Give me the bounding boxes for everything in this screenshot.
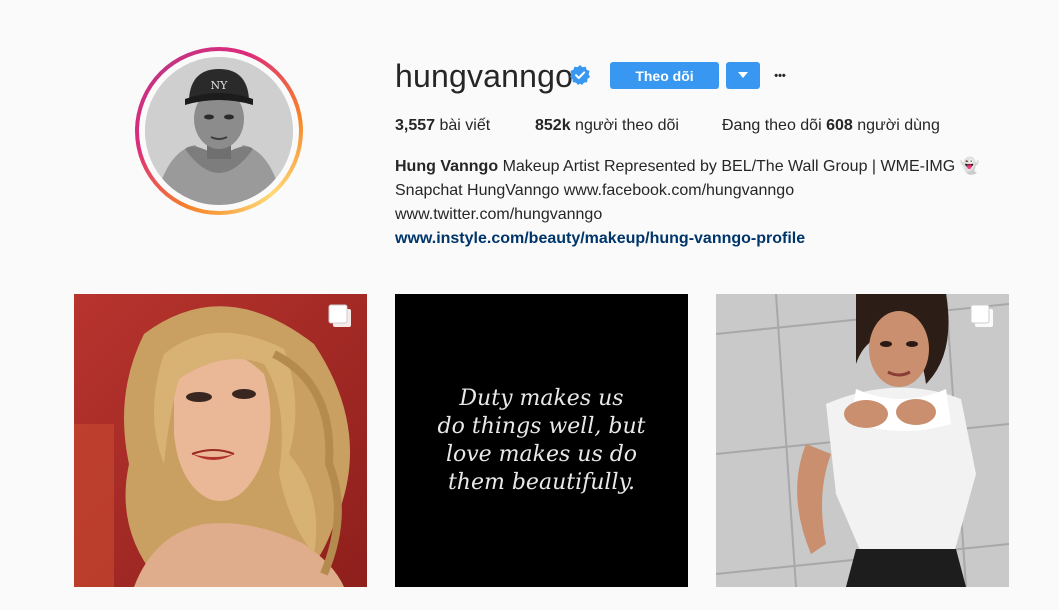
avatar-photo: NY <box>145 57 293 205</box>
followers-count: 852k <box>535 117 571 134</box>
followers-stat[interactable]: 852k người theo dõi <box>535 116 679 136</box>
post-photo-3 <box>716 294 1009 587</box>
quote-line-2: do things well, but <box>437 413 646 439</box>
bio-line-2: Snapchat HungVanngo www.facebook.com/hun… <box>395 182 795 199</box>
suggestions-dropdown-button[interactable] <box>726 62 760 89</box>
multiple-photos-icon <box>328 304 351 327</box>
profile-username: hungvanngo <box>395 58 574 94</box>
following-stat[interactable]: Đang theo dõi 608 người dùng <box>722 116 940 136</box>
ghost-emoji-icon: 👻 <box>959 156 980 175</box>
followers-label: người theo dõi <box>575 117 679 134</box>
bio-full-name: Hung Vanngo <box>395 158 499 175</box>
post-thumbnail-3[interactable] <box>716 294 1009 587</box>
post-quote-text: Duty makes us do things well, but love m… <box>395 294 688 587</box>
follow-button[interactable]: Theo dõi <box>610 62 719 89</box>
more-options-button[interactable]: ••• <box>770 62 790 89</box>
bio-line-3: www.twitter.com/hungvanngo <box>395 206 603 223</box>
post-photo-1 <box>74 294 367 587</box>
avatar-portrait-illustration: NY <box>145 57 293 205</box>
caret-down-icon <box>738 72 748 78</box>
quote-line-3: love makes us do <box>445 441 638 467</box>
bio-description: Makeup Artist Represented by BEL/The Wal… <box>502 158 956 175</box>
following-suffix: người dùng <box>857 117 940 134</box>
ellipsis-icon: ••• <box>774 69 786 82</box>
following-count: 608 <box>826 117 853 134</box>
following-prefix: Đang theo dõi <box>722 117 822 134</box>
bio-line-1: Hung Vanngo Makeup Artist Represented by… <box>395 154 980 179</box>
posts-stat: 3,557 bài viết <box>395 116 490 136</box>
posts-label: bài viết <box>439 117 491 134</box>
post-thumbnail-1[interactable] <box>74 294 367 587</box>
bio-website-link[interactable]: www.instyle.com/beauty/makeup/hung-vanng… <box>395 230 805 247</box>
multiple-photos-icon <box>970 304 993 327</box>
quote-line-4: them beautifully. <box>447 469 636 495</box>
profile-bio: Hung Vanngo Makeup Artist Represented by… <box>395 154 980 251</box>
posts-count: 3,557 <box>395 117 436 134</box>
verified-badge-icon <box>570 65 590 85</box>
post-thumbnail-2[interactable]: Duty makes us do things well, but love m… <box>395 294 688 587</box>
svg-text:NY: NY <box>211 79 229 92</box>
quote-line-1: Duty makes us <box>459 385 624 411</box>
profile-avatar[interactable]: NY <box>135 47 303 215</box>
